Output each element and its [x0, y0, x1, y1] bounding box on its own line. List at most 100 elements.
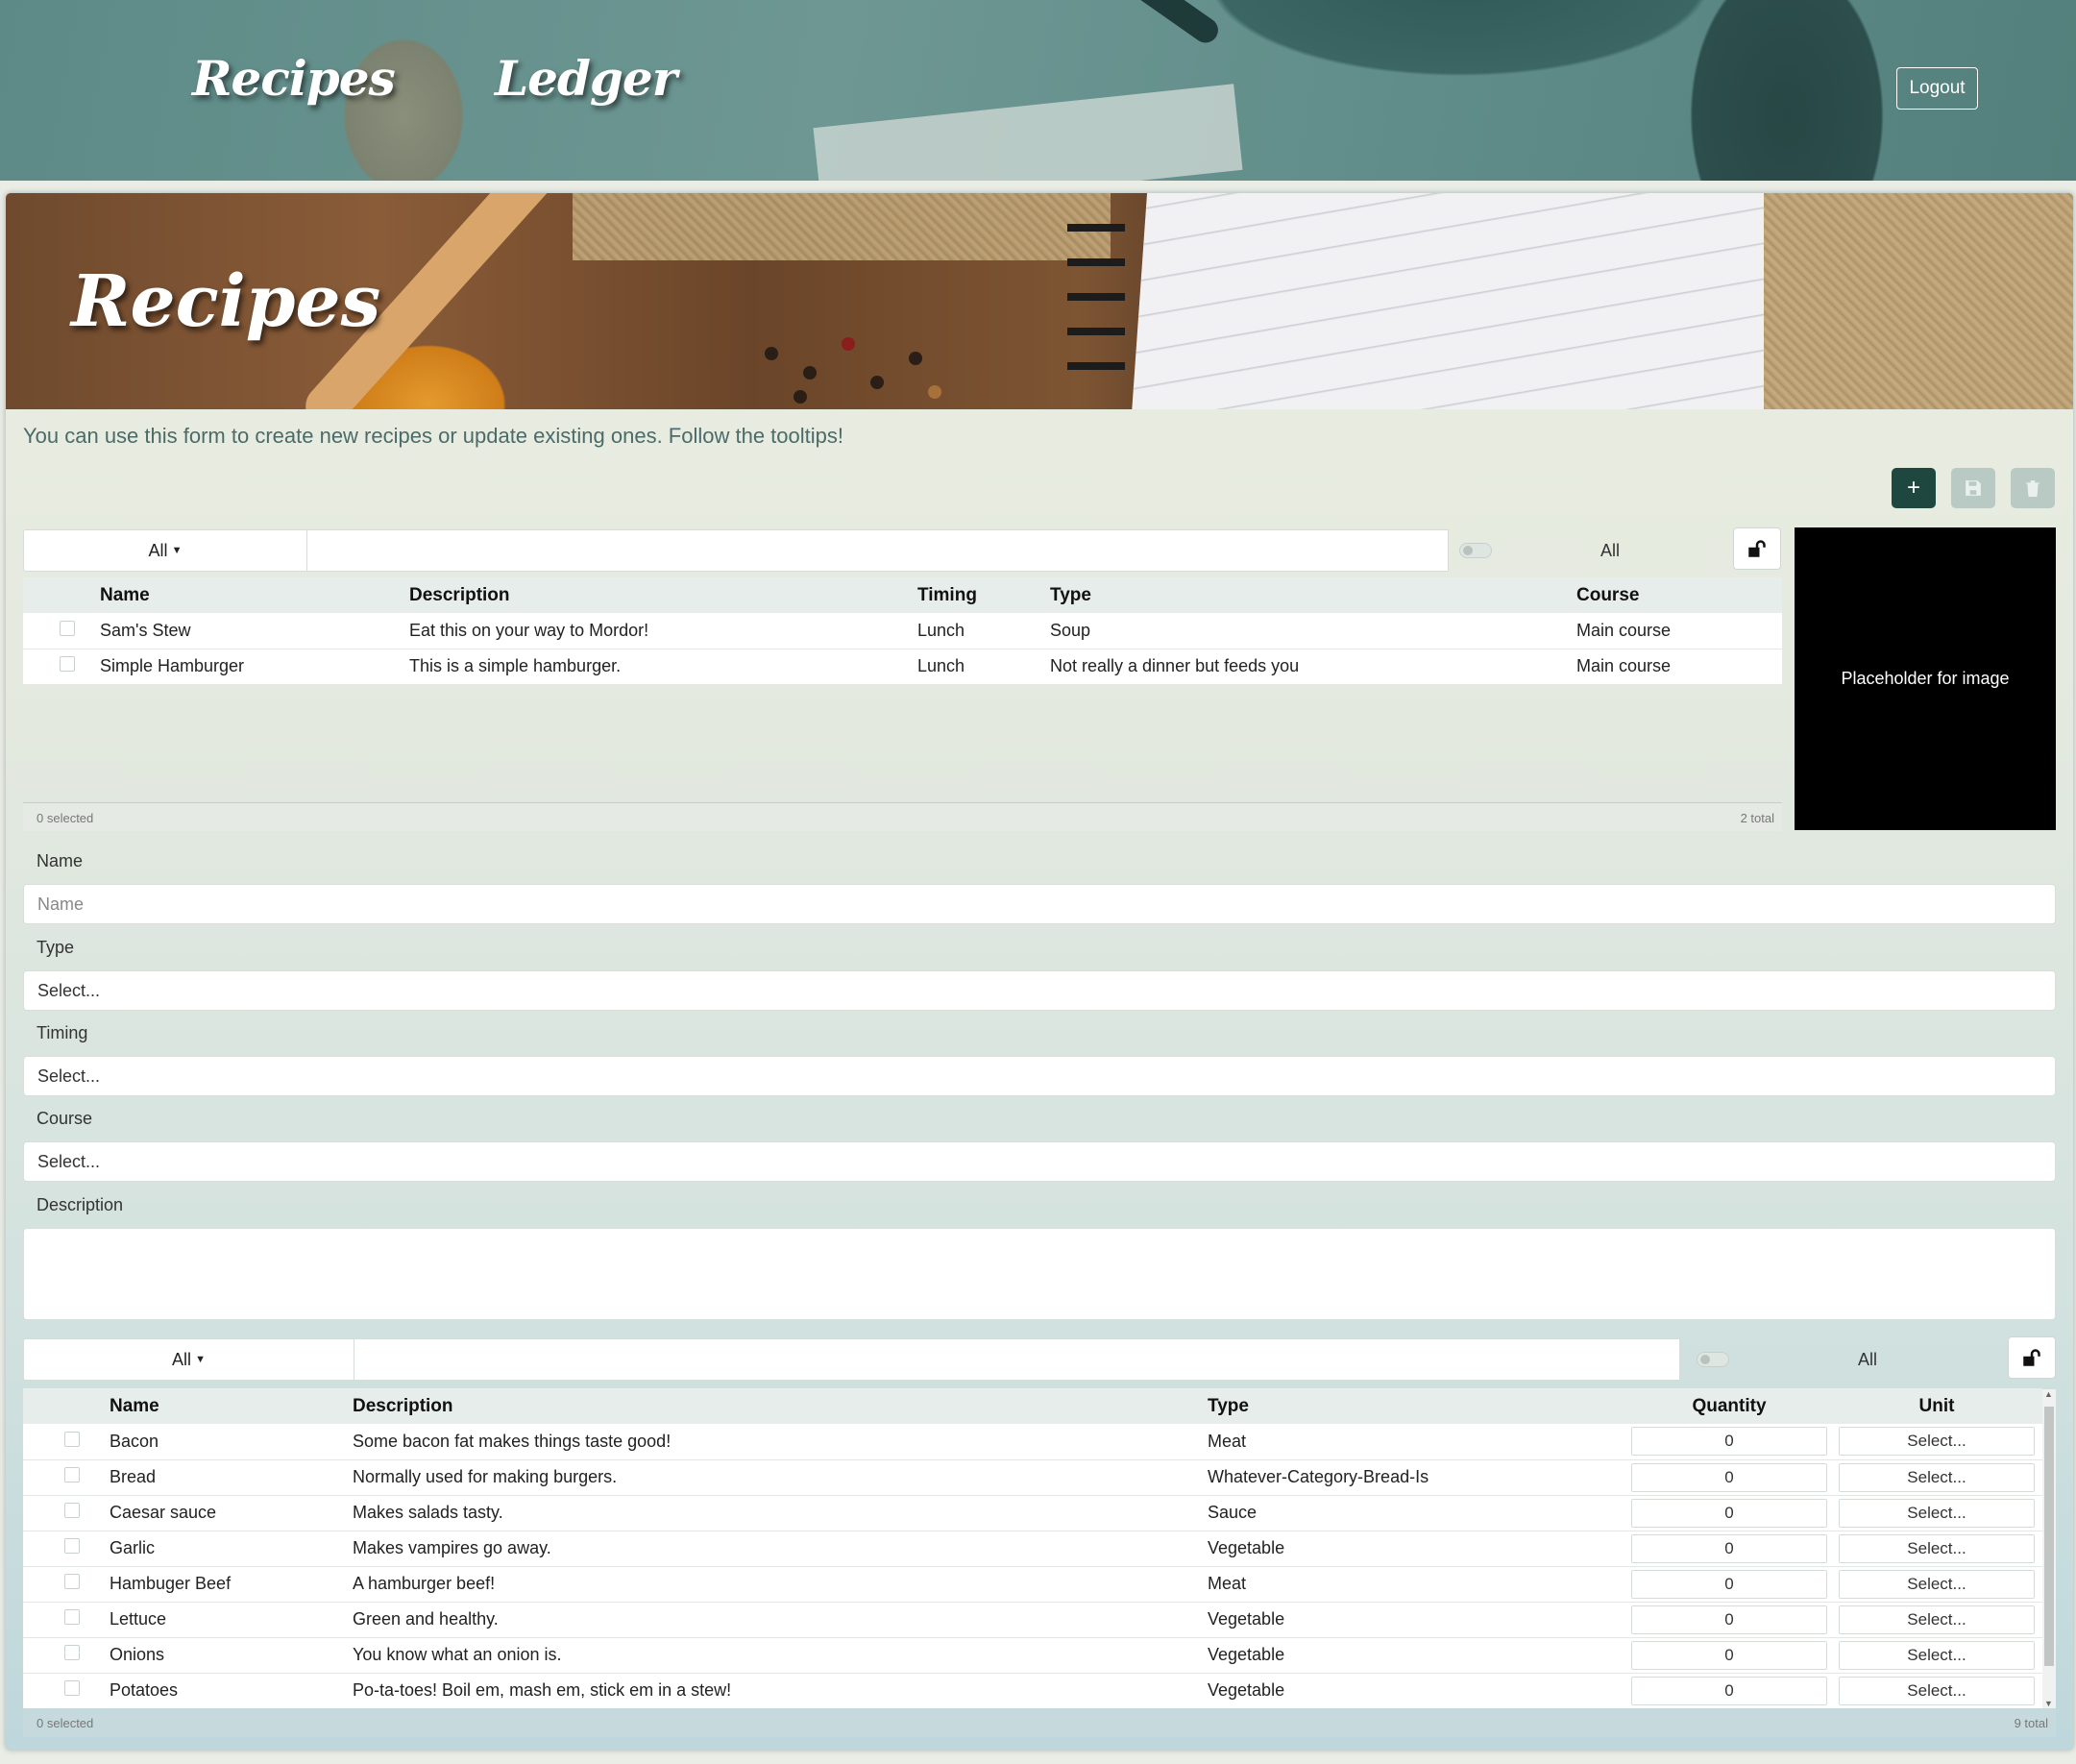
quantity-input[interactable]: 0 [1631, 1462, 1827, 1492]
quantity-input[interactable]: 0 [1631, 1498, 1827, 1528]
column-header-timing[interactable]: Timing [917, 577, 1050, 613]
quantity-input[interactable]: 0 [1631, 1605, 1827, 1634]
ingredients-total-count: 9 total [2014, 1716, 2048, 1730]
intro-text: You can use this form to create new reci… [23, 424, 843, 448]
banner-notepad-rings [1067, 203, 1125, 395]
recipes-search-input[interactable] [307, 529, 1449, 572]
row-checkbox[interactable] [60, 620, 75, 636]
table-row[interactable]: Bread Normally used for making burgers. Wh… [23, 1459, 2042, 1495]
unit-select[interactable]: Select... [1839, 1605, 2035, 1634]
background-notebook [813, 84, 1243, 181]
ingredients-scrollbar[interactable]: ▲ ▼ [2042, 1389, 2056, 1708]
ingredients-search-input[interactable] [354, 1338, 1680, 1381]
table-row[interactable]: Bacon Some bacon fat makes things taste g… [23, 1424, 2042, 1459]
caret-down-icon: ▼ [195, 1354, 206, 1365]
column-header-description[interactable]: Description [353, 1388, 1208, 1424]
cell-unit: Select... [1831, 1602, 2042, 1637]
column-header-description[interactable]: Description [409, 577, 917, 613]
background-spatula [1083, 0, 1223, 48]
row-checkbox[interactable] [64, 1645, 80, 1660]
type-select[interactable]: Select... [23, 970, 2056, 1011]
unit-select[interactable]: Select... [1839, 1427, 2035, 1457]
column-header-unit[interactable]: Unit [1831, 1388, 2042, 1424]
column-header-name[interactable]: Name [110, 1388, 353, 1424]
timing-select[interactable]: Select... [23, 1056, 2056, 1096]
quantity-input[interactable]: 0 [1631, 1427, 1827, 1457]
description-textarea[interactable] [23, 1228, 2056, 1320]
ingredients-lock-button[interactable] [2008, 1336, 2056, 1379]
scrollbar-thumb[interactable] [2044, 1407, 2054, 1666]
nav-link-recipes[interactable]: Recipes [192, 50, 396, 107]
ingredients-selected-count: 0 selected [37, 1716, 94, 1730]
column-header-type[interactable]: Type [1208, 1388, 1627, 1424]
ingredients-table-header: Name Description Type Quantity Unit [23, 1388, 2042, 1424]
cell-quantity: 0 [1627, 1459, 1831, 1495]
row-checkbox[interactable] [64, 1538, 80, 1554]
course-select[interactable]: Select... [23, 1141, 2056, 1182]
row-checkbox[interactable] [60, 656, 75, 672]
unit-select[interactable]: Select... [1839, 1569, 2035, 1599]
scroll-down-icon[interactable]: ▼ [2044, 1699, 2053, 1708]
table-row[interactable]: Simple Hamburger This is a simple hambur… [23, 649, 1782, 684]
cell-quantity: 0 [1627, 1602, 1831, 1637]
recipes-table-wrap: Name Description Timing Type Course Sam'… [23, 577, 1782, 803]
cell-unit: Select... [1831, 1459, 2042, 1495]
row-checkbox[interactable] [64, 1574, 80, 1589]
column-header-course[interactable]: Course [1576, 577, 1782, 613]
cell-unit: Select... [1831, 1495, 2042, 1531]
cell-name: Garlic [110, 1538, 156, 1557]
table-row[interactable]: Sam's Stew Eat this on your way to Mordo… [23, 613, 1782, 649]
column-header-name[interactable]: Name [100, 577, 409, 613]
cell-unit: Select... [1831, 1424, 2042, 1459]
table-row[interactable]: Hambuger Beef A hamburger beef! Meat 0 Selec… [23, 1566, 2042, 1602]
unit-select[interactable]: Select... [1839, 1533, 2035, 1563]
banner-pepper [803, 366, 817, 380]
ingredients-filter-toggle[interactable] [1697, 1352, 1729, 1367]
save-recipe-button[interactable] [1951, 468, 1995, 508]
ingredients-filter-dropdown-value: All [172, 1349, 192, 1369]
recipes-table: Name Description Timing Type Course Sam'… [23, 577, 1782, 685]
table-row[interactable]: Caesar sauce Makes salads tasty. Sauce 0 Sel… [23, 1495, 2042, 1531]
nav-link-ledger[interactable]: Ledger [495, 50, 677, 107]
cell-type: Vegetable [1208, 1680, 1285, 1700]
recipes-lock-button[interactable] [1733, 527, 1781, 570]
unit-select[interactable]: Select... [1839, 1462, 2035, 1492]
recipes-filter-dropdown[interactable]: All ▼ [23, 529, 307, 572]
recipes-filter-toggle[interactable] [1459, 543, 1492, 558]
unit-select[interactable]: Select... [1839, 1498, 2035, 1528]
row-checkbox[interactable] [64, 1467, 80, 1482]
row-checkbox[interactable] [64, 1680, 80, 1696]
cell-name: Onions [110, 1645, 165, 1664]
row-checkbox[interactable] [64, 1431, 80, 1447]
unit-select[interactable]: Select... [1839, 1676, 2035, 1705]
table-row[interactable]: Garlic Makes vampires go away. Vegetable 0 S… [23, 1531, 2042, 1566]
row-checkbox-cell [23, 1602, 110, 1637]
cell-type: Vegetable [1208, 1609, 1285, 1629]
add-recipe-button[interactable]: + [1892, 468, 1936, 508]
table-row[interactable]: Lettuce Green and healthy. Vegetable 0 Selec… [23, 1602, 2042, 1637]
table-row[interactable]: Potatoes Po-ta-toes! Boil em, mash em, st… [23, 1673, 2042, 1708]
cell-type: Soup [1050, 620, 1091, 640]
table-row[interactable]: Onions You know what an onion is. Vegetabl… [23, 1637, 2042, 1673]
row-checkbox[interactable] [64, 1503, 80, 1518]
ingredients-filter-dropdown[interactable]: All ▼ [23, 1338, 354, 1381]
cell-unit: Select... [1831, 1531, 2042, 1566]
logout-button[interactable]: Logout [1896, 67, 1978, 110]
ingredients-filter-all-label: All [1858, 1350, 1878, 1369]
row-checkbox[interactable] [64, 1609, 80, 1625]
trash-icon [2026, 480, 2039, 497]
recipes-total-count: 2 total [1740, 811, 1774, 825]
quantity-input[interactable]: 0 [1631, 1533, 1827, 1563]
quantity-input[interactable]: 0 [1631, 1676, 1827, 1705]
scroll-up-icon[interactable]: ▲ [2044, 1389, 2053, 1399]
delete-recipe-button[interactable] [2011, 468, 2055, 508]
quantity-input[interactable]: 0 [1631, 1569, 1827, 1599]
cell-name: Bread [110, 1467, 157, 1486]
name-input[interactable]: Name [23, 884, 2056, 924]
column-header-quantity[interactable]: Quantity [1627, 1388, 1831, 1424]
column-header-type[interactable]: Type [1050, 577, 1576, 613]
unit-select[interactable]: Select... [1839, 1640, 2035, 1670]
quantity-input[interactable]: 0 [1631, 1640, 1827, 1670]
cell-type: Whatever-Category-Bread-Is [1208, 1467, 1429, 1486]
banner-burlap-top [573, 193, 1111, 260]
